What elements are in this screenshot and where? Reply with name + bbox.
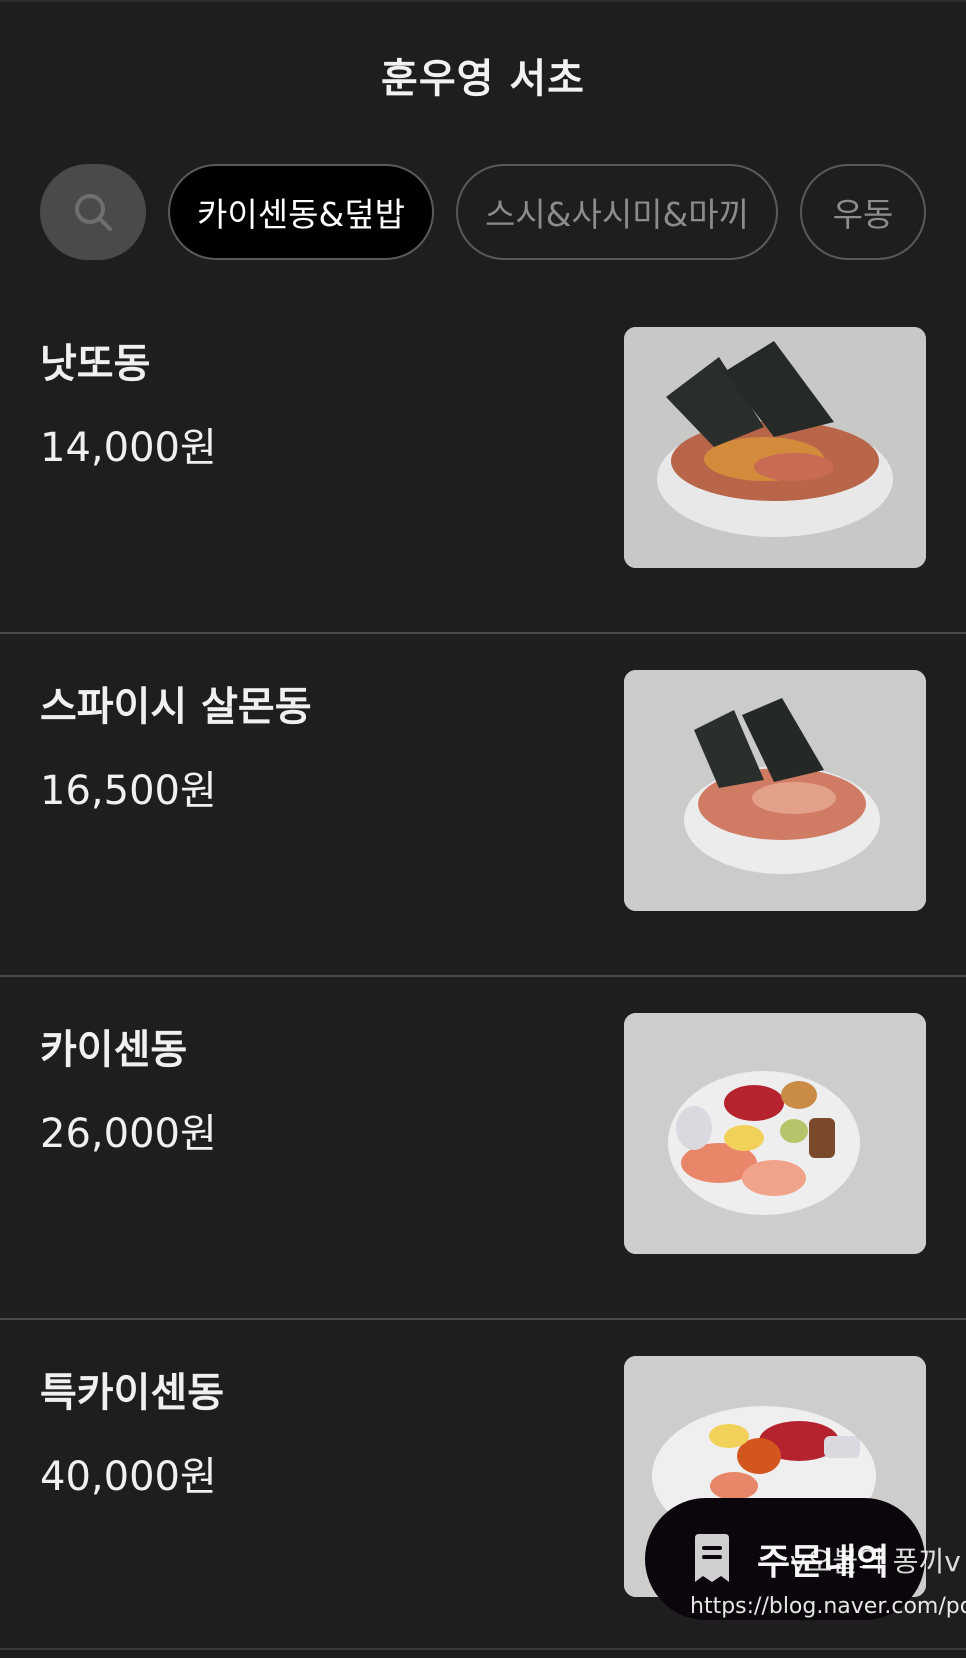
- menu-page: 훈우영 서초 카이센동&덮밥 스시&사시미&마끼 우동 낫또동 14,000원: [0, 0, 966, 1658]
- search-button[interactable]: [40, 164, 146, 260]
- menu-item-natto-don[interactable]: 낫또동 14,000원: [0, 291, 966, 634]
- menu-list: 낫또동 14,000원 스파이시 살몬동 16,500원 카이센동 26,000…: [0, 291, 966, 1658]
- top-divider: [0, 0, 966, 2]
- menu-item-price: 40,000원: [40, 1454, 217, 1500]
- watermark-url: https://blog.naver.com/pongkki: [690, 1594, 966, 1619]
- watermark-nickname: v오불의 퐁끼v: [790, 1545, 961, 1578]
- menu-item-name: 낫또동: [40, 341, 151, 387]
- menu-item-name: 카이센동: [40, 1027, 188, 1073]
- menu-item-price: 26,000원: [40, 1111, 217, 1157]
- menu-item-photo: [624, 670, 926, 911]
- store-header: 훈우영 서초: [0, 40, 966, 110]
- menu-item-kaisendong[interactable]: 카이센동 26,000원: [0, 977, 966, 1320]
- menu-item-spicy-salmon-don[interactable]: 스파이시 살몬동 16,500원: [0, 634, 966, 977]
- menu-item-price: 14,000원: [40, 425, 217, 471]
- menu-item-name: 특카이센동: [40, 1370, 224, 1416]
- tab-udon[interactable]: 우동: [800, 164, 926, 260]
- store-title: 훈우영 서초: [381, 56, 585, 102]
- tab-label: 카이센동&덮밥: [197, 195, 405, 234]
- menu-item-price: 16,500원: [40, 768, 217, 814]
- menu-item-photo: [624, 327, 926, 568]
- tab-label: 우동: [832, 195, 894, 234]
- bottom-divider: [0, 1648, 966, 1650]
- menu-item-name: 스파이시 살몬동: [40, 684, 312, 730]
- tab-label: 스시&사시미&마끼: [485, 195, 749, 234]
- category-tabs: 카이센동&덮밥 스시&사시미&마끼 우동: [40, 162, 966, 262]
- receipt-icon: [695, 1534, 729, 1582]
- tab-sushi-sashimi[interactable]: 스시&사시미&마끼: [456, 164, 778, 260]
- tab-kaisendong[interactable]: 카이센동&덮밥: [168, 164, 434, 260]
- search-icon: [75, 194, 112, 231]
- menu-item-photo: [624, 1013, 926, 1254]
